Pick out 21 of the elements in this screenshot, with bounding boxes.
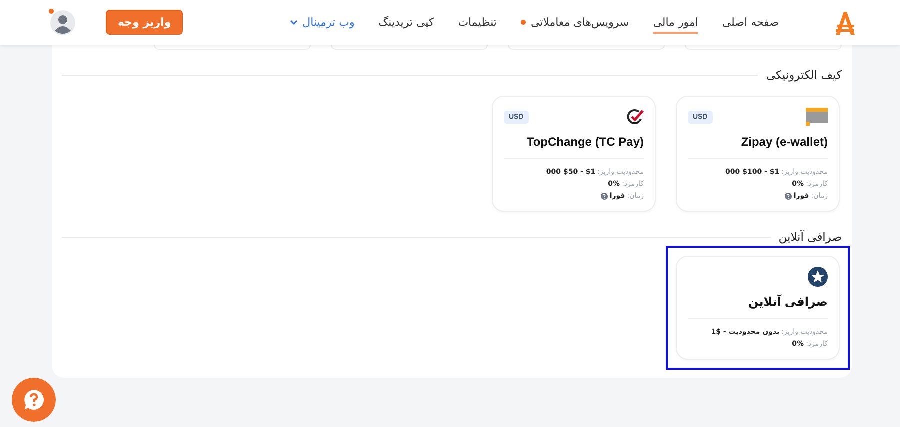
nav-link[interactable]: سرویس‌های معاملاتی [521, 0, 630, 45]
logo-icon[interactable] [834, 10, 856, 36]
info-icon[interactable] [600, 192, 608, 200]
checkmark-icon [627, 109, 644, 125]
section-title: صرافی آنلاین [778, 230, 842, 244]
dropdown-menu[interactable]: وب ترمینال [290, 0, 355, 45]
wallet-icon [806, 108, 828, 126]
chevron-down-icon [290, 20, 298, 25]
info-icon[interactable] [784, 192, 792, 200]
nav-link[interactable]: تنظیمات [458, 0, 497, 45]
nav-link[interactable]: امور مالی [653, 0, 698, 45]
nav-link[interactable]: کپی تریدینگ [378, 0, 434, 45]
method-name: Zipay (e-wallet) [740, 135, 828, 149]
method-name: TopChange (TC Pay) [526, 135, 644, 149]
section-title: کیف الکترونیکی [766, 68, 842, 82]
question-bubble-icon [22, 388, 46, 412]
notification-dot [521, 20, 526, 25]
nav-link[interactable]: صفحه اصلی [722, 0, 779, 45]
help-button[interactable] [12, 378, 56, 422]
method-name: صرافی آنلاین [747, 295, 828, 309]
avatar-icon[interactable] [50, 10, 76, 36]
